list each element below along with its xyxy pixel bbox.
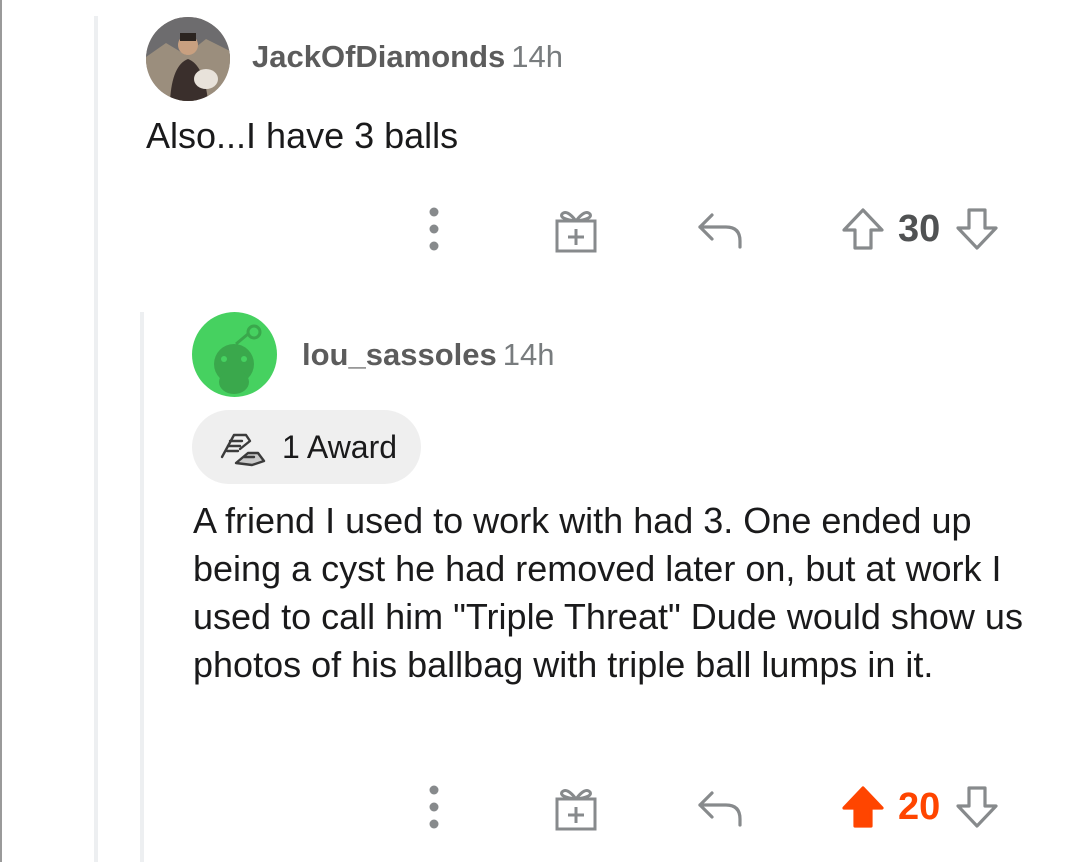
more-options-button[interactable] bbox=[414, 204, 454, 254]
avatar[interactable] bbox=[146, 17, 230, 101]
thread-line-level-2[interactable] bbox=[140, 312, 144, 862]
username[interactable]: JackOfDiamonds 14h bbox=[252, 39, 563, 75]
reply-icon bbox=[698, 213, 742, 249]
handshake-award-icon bbox=[220, 433, 266, 467]
reply-button[interactable] bbox=[692, 782, 748, 832]
award-badge[interactable]: 1 Award bbox=[192, 410, 422, 484]
more-options-button[interactable] bbox=[414, 782, 454, 832]
username-text[interactable]: lou_sassoles bbox=[302, 337, 497, 372]
snoo-icon bbox=[214, 324, 262, 394]
thread-line-level-1[interactable] bbox=[94, 16, 98, 862]
gift-award-icon bbox=[555, 789, 597, 831]
downvote-icon[interactable] bbox=[954, 784, 1000, 830]
avatar[interactable] bbox=[192, 312, 277, 397]
award-label: 1 Award bbox=[282, 428, 398, 465]
give-award-button[interactable] bbox=[548, 780, 604, 836]
reply-button[interactable] bbox=[692, 204, 748, 254]
username[interactable]: lou_sassoles 14h bbox=[302, 337, 554, 373]
timestamp: 14h bbox=[502, 337, 555, 372]
left-edge-divider bbox=[0, 0, 2, 862]
downvote-icon[interactable] bbox=[954, 206, 1000, 252]
more-options-icon bbox=[429, 207, 439, 251]
upvote-icon[interactable] bbox=[840, 206, 886, 252]
gift-award-icon bbox=[555, 211, 597, 253]
reply-icon bbox=[698, 791, 742, 827]
comment-body: A friend I used to work with had 3. One … bbox=[193, 500, 1023, 685]
give-award-button[interactable] bbox=[548, 202, 604, 258]
comment-body: Also...I have 3 balls bbox=[146, 115, 459, 156]
score: 30 bbox=[898, 207, 941, 250]
more-options-icon bbox=[429, 785, 439, 829]
score: 20 bbox=[898, 785, 941, 828]
upvote-icon[interactable] bbox=[840, 784, 886, 830]
vote-controls: 30 bbox=[840, 204, 1000, 254]
vote-controls: 20 bbox=[840, 782, 1000, 832]
username-text[interactable]: JackOfDiamonds bbox=[252, 39, 505, 74]
timestamp: 14h bbox=[511, 39, 563, 74]
